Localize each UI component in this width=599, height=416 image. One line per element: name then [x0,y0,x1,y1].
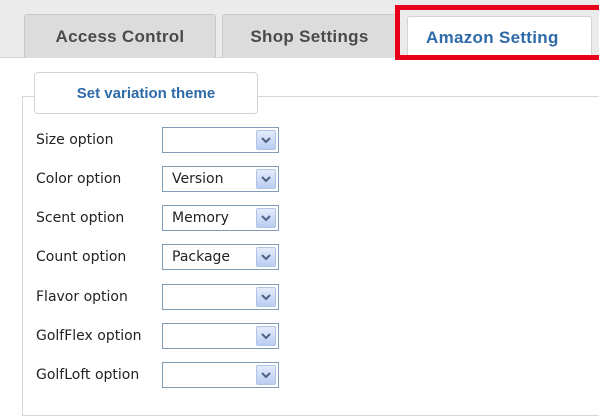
chevron-down-icon[interactable] [256,287,276,307]
scent-option-select[interactable]: Memory [162,205,279,231]
chevron-down-icon[interactable] [256,247,276,267]
tab-access-control[interactable]: Access Control [24,14,216,58]
size-option-label: Size option [36,132,114,148]
flavor-option-select[interactable] [162,284,279,310]
chevron-down-icon[interactable] [256,365,276,385]
scent-option-label: Scent option [36,210,125,226]
size-option-select[interactable] [162,127,279,153]
golfflex-option-row: GolfFlex option [36,323,279,349]
tab-amazon-setting[interactable]: Amazon Setting [407,16,592,59]
color-option-row: Color option Version [36,166,279,192]
scent-option-row: Scent option Memory [36,205,279,231]
count-option-select[interactable]: Package [162,244,279,270]
color-option-value: Version [172,171,224,187]
flavor-option-row: Flavor option [36,284,279,310]
size-option-row: Size option [36,127,279,153]
count-option-label: Count option [36,249,127,265]
golfloft-option-label: GolfLoft option [36,367,140,383]
tab-shop-settings[interactable]: Shop Settings [222,14,397,58]
scent-option-value: Memory [172,210,229,226]
count-option-row: Count option Package [36,244,279,270]
fieldset-legend: Set variation theme [34,72,258,114]
count-option-value: Package [172,249,231,265]
chevron-down-icon[interactable] [256,130,276,150]
golfflex-option-select[interactable] [162,323,279,349]
tab-bar: Access Control Shop Settings Amazon Sett… [0,0,599,59]
color-option-select[interactable]: Version [162,166,279,192]
golfloft-option-row: GolfLoft option [36,362,279,388]
chevron-down-icon[interactable] [256,208,276,228]
golfloft-option-select[interactable] [162,362,279,388]
chevron-down-icon[interactable] [256,326,276,346]
color-option-label: Color option [36,171,122,187]
chevron-down-icon[interactable] [256,169,276,189]
flavor-option-label: Flavor option [36,289,128,305]
golfflex-option-label: GolfFlex option [36,328,142,344]
